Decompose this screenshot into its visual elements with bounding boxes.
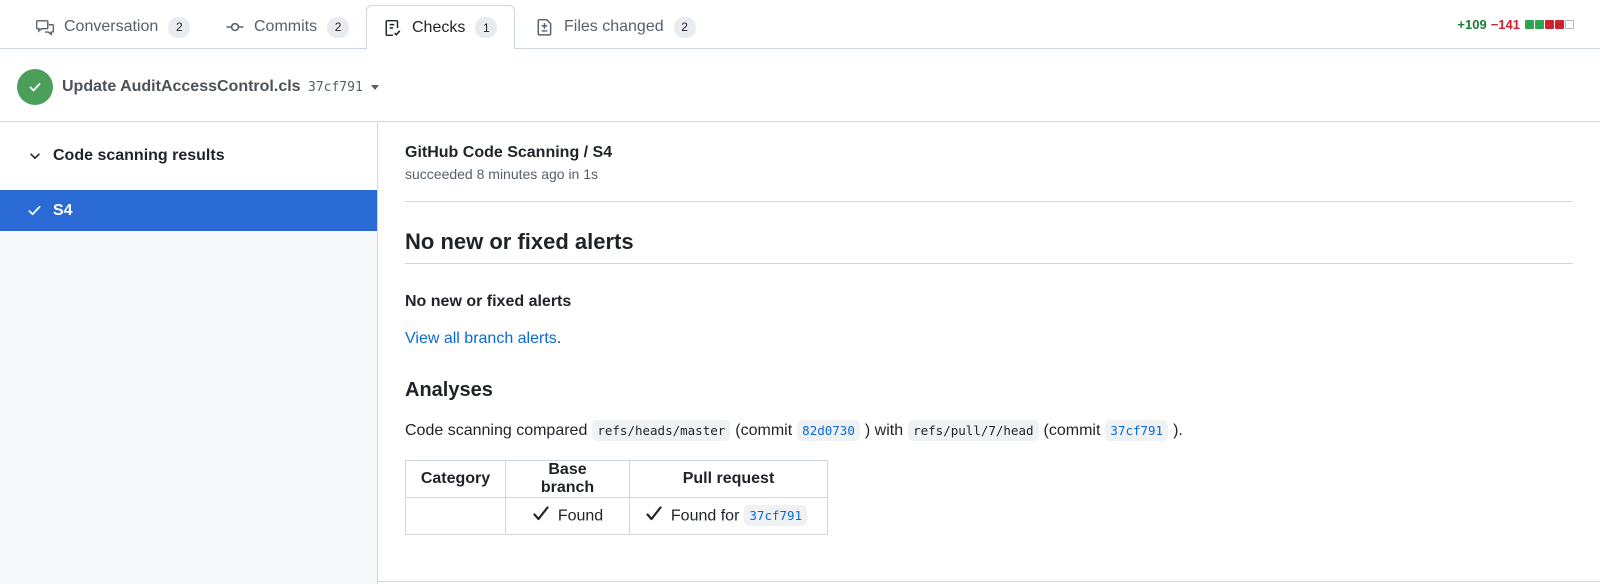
compare-with-word: ) with [864, 421, 904, 439]
diffstat-blocks [1525, 20, 1574, 29]
pull-request-status: Found for [670, 507, 740, 525]
tab-conversation[interactable]: Conversation 2 [36, 5, 191, 49]
check-run-status: succeeded 8 minutes ago in 1s [405, 166, 599, 182]
sidebar-item-s4[interactable]: S4 [0, 190, 377, 231]
tab-checks[interactable]: Checks 1 [366, 5, 516, 50]
file-diff-icon [536, 18, 554, 36]
compare-commit-word: (commit [1043, 421, 1101, 439]
diffstat-additions: +109 [1457, 17, 1487, 32]
tab-label: Checks [412, 18, 466, 36]
check-run-title: GitHub Code Scanning / S4 [405, 144, 613, 161]
tab-count-badge: 1 [475, 17, 498, 38]
base-branch-status: Found [557, 507, 604, 525]
table-row: Found Found for 37cf791 [405, 497, 828, 535]
check-icon [27, 203, 42, 223]
pr-tab-bar: Conversation 2 Commits 2 Checks 1 Files … [0, 0, 1600, 50]
success-status-icon [17, 69, 53, 105]
checkmark-icon [645, 505, 663, 528]
branch-alerts-paragraph: View all branch alerts. [405, 330, 561, 348]
tab-count-badge: 2 [673, 16, 696, 38]
view-branch-alerts-link[interactable]: View all branch alerts [405, 330, 557, 347]
comment-discussion-icon [36, 18, 54, 36]
column-header-category: Category [405, 460, 506, 498]
pr-commit-link[interactable]: 37cf791 [744, 505, 808, 527]
link-suffix: . [556, 330, 562, 347]
tab-label: Commits [254, 18, 318, 35]
column-header-pull-request: Pull request [629, 460, 828, 498]
divider [405, 263, 1573, 264]
diffstat-deletions: −141 [1490, 17, 1520, 32]
git-commit-icon [226, 18, 244, 36]
base-ref: refs/heads/master [592, 420, 731, 441]
pull-request-cell: Found for 37cf791 [629, 497, 828, 535]
checks-sidebar: Code scanning results S4 [0, 122, 378, 584]
base-branch-cell: Found [505, 497, 630, 535]
diffstat-block [1565, 20, 1574, 29]
commit-title: Update AuditAccessControl.cls [62, 78, 301, 95]
tab-count-badge: 2 [327, 16, 350, 38]
base-commit-link[interactable]: 82d0730 [797, 420, 860, 441]
commit-header: Update AuditAccessControl.cls 37cf791 [0, 49, 1600, 122]
diffstat-block [1525, 20, 1534, 29]
divider [378, 581, 1600, 582]
table-header-row: Category Base branch Pull request [405, 460, 828, 498]
analyses-comparison: Code scanning compared refs/heads/master… [405, 420, 1183, 441]
column-header-base-branch: Base branch [505, 460, 630, 498]
commit-sha: 37cf791 [308, 80, 363, 95]
compare-prefix: Code scanning compared [405, 421, 588, 439]
sidebar-group-code-scanning[interactable]: Code scanning results [0, 122, 377, 190]
commit-selector[interactable]: 37cf791 [308, 80, 379, 95]
divider [405, 201, 1573, 202]
compare-suffix: ). [1173, 421, 1183, 439]
checkmark-icon [532, 505, 550, 528]
summary-heading: No new or fixed alerts [405, 229, 634, 254]
tab-count-badge: 2 [168, 16, 191, 38]
analyses-table: Category Base branch Pull request Found … [405, 460, 828, 535]
diffstat: +109 −141 [1457, 17, 1574, 32]
sidebar-group-label: Code scanning results [53, 147, 225, 164]
head-commit-link[interactable]: 37cf791 [1105, 420, 1169, 441]
diffstat-block [1535, 20, 1544, 29]
tab-label: Files changed [564, 18, 664, 35]
diffstat-block [1555, 20, 1564, 29]
head-ref: refs/pull/7/head [908, 420, 1039, 441]
compare-commit-word: (commit [735, 421, 793, 439]
analyses-heading: Analyses [405, 379, 493, 401]
tab-label: Conversation [64, 18, 159, 35]
sidebar-item-label: S4 [53, 202, 73, 219]
chevron-down-icon [370, 85, 379, 90]
chevron-down-icon [28, 149, 42, 168]
summary-subheading: No new or fixed alerts [405, 293, 572, 310]
category-cell [405, 497, 506, 535]
diffstat-block [1545, 20, 1554, 29]
tab-files-changed[interactable]: Files changed 2 [536, 5, 696, 49]
tab-commits[interactable]: Commits 2 [226, 5, 350, 49]
checklist-icon [384, 19, 402, 37]
